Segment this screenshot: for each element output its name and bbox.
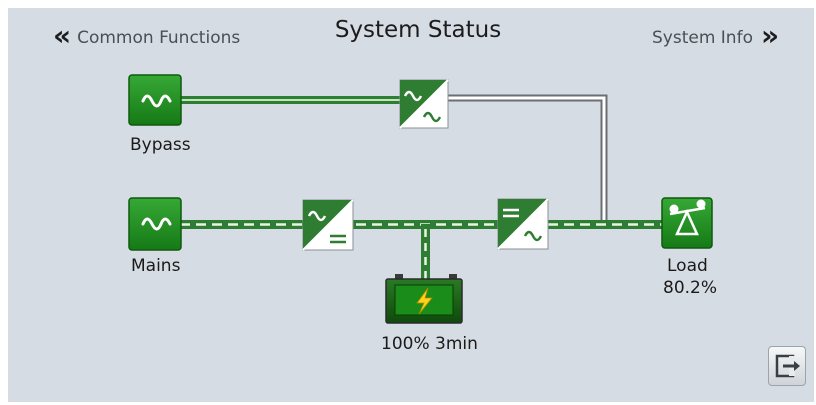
battery-line bbox=[421, 224, 430, 282]
load-block[interactable] bbox=[661, 197, 713, 249]
static-switch-block[interactable] bbox=[399, 79, 449, 129]
mains-label: Mains bbox=[131, 256, 181, 276]
battery-block[interactable] bbox=[385, 274, 463, 324]
load-percentage: 80.2% bbox=[663, 278, 718, 298]
rectifier-block[interactable] bbox=[302, 199, 354, 251]
bypass-label: Bypass bbox=[130, 135, 191, 155]
exit-button[interactable] bbox=[768, 346, 806, 386]
inverter-block[interactable] bbox=[497, 198, 549, 250]
bypass-source-block[interactable] bbox=[128, 74, 182, 126]
exit-icon bbox=[775, 354, 800, 378]
load-label: Load bbox=[667, 256, 708, 276]
mains-source-block[interactable] bbox=[128, 197, 182, 251]
bypass-line bbox=[180, 96, 400, 104]
battery-status-label: 100% 3min bbox=[381, 334, 478, 354]
